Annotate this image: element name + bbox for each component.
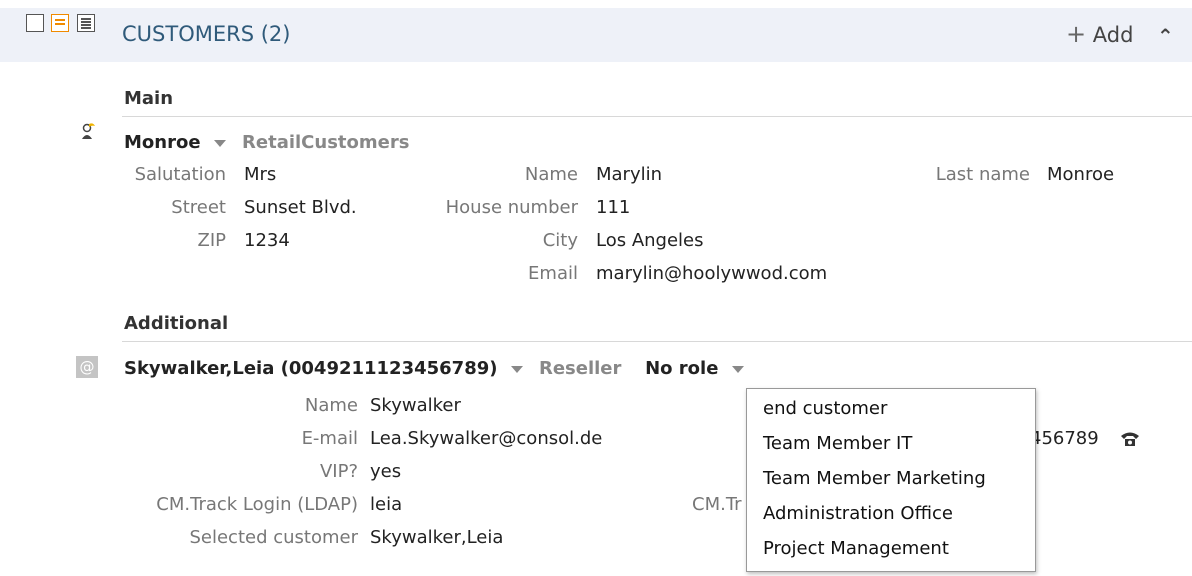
field-label: E-mail (301, 428, 358, 449)
field-label: Last name (935, 164, 1030, 185)
at-icon: @ (76, 356, 98, 378)
customer-monroe-header[interactable]: Monroe RetailCustomers (124, 132, 409, 153)
field-label: Salutation (134, 164, 226, 185)
field-label: House number (445, 197, 578, 218)
field-value: Skywalker (370, 395, 461, 416)
field-label: City (542, 230, 578, 251)
field-value: 1234 (244, 230, 290, 251)
field-value: yes (370, 461, 402, 482)
field-label: Selected customer (189, 527, 358, 548)
plus-icon: + (1066, 20, 1087, 48)
section-title: CUSTOMERS (2) (122, 22, 291, 46)
role-dropdown-menu: end customer Team Member IT Team Member … (746, 388, 1036, 572)
email-link[interactable]: Lea.Skywalker@consol.de (370, 428, 602, 449)
field-value: Marylin (596, 164, 663, 185)
field-value: Sunset Blvd. (244, 197, 357, 218)
field-value: leia (370, 494, 403, 515)
menu-item-team-member-marketing[interactable]: Team Member Marketing (763, 468, 986, 489)
field-value: 111 (596, 197, 631, 218)
email-link[interactable]: marylin@hoolywwod.com (596, 263, 827, 284)
view-detailed-icon[interactable] (77, 14, 95, 32)
role-chevron-down-icon[interactable] (732, 365, 745, 373)
field-label: VIP? (319, 461, 358, 482)
collapse-chevron-up-icon[interactable]: ⌃ (1157, 24, 1174, 48)
menu-item-team-member-it[interactable]: Team Member IT (763, 433, 912, 454)
field-label: Email (528, 263, 578, 284)
field-label: Street (171, 197, 226, 218)
group-additional-heading: Additional (124, 313, 229, 334)
add-button[interactable]: + Add (1066, 20, 1133, 48)
menu-item-project-management[interactable]: Project Management (763, 538, 949, 559)
phone-value: 456789 (1030, 428, 1099, 449)
field-value: Los Angeles (596, 230, 704, 251)
phone-icon[interactable] (1120, 430, 1140, 448)
field-label: Name (524, 164, 578, 185)
divider (122, 116, 1192, 117)
customer-group: RetailCustomers (242, 132, 410, 153)
customer-menu-chevron-down-icon[interactable] (511, 365, 524, 373)
view-normal-icon[interactable] (51, 14, 69, 32)
customer-name-link[interactable]: Monroe (124, 132, 201, 153)
field-label: Name (304, 395, 358, 416)
menu-item-end-customer[interactable]: end customer (763, 398, 887, 419)
view-compact-icon[interactable] (26, 14, 44, 32)
field-label: CM.Tr (692, 494, 742, 515)
field-label: ZIP (197, 230, 227, 251)
customer-name-link[interactable]: Skywalker,Leia (0049211123456789) (124, 358, 497, 379)
customer-skywalker-header[interactable]: Skywalker,Leia (0049211123456789) Resell… (124, 358, 745, 379)
divider (122, 341, 1192, 342)
menu-item-administration-office[interactable]: Administration Office (763, 503, 953, 524)
field-value: Monroe (1047, 164, 1115, 185)
person-icon (80, 122, 96, 140)
role-select[interactable]: No role (645, 358, 718, 379)
customer-menu-chevron-down-icon[interactable] (214, 139, 227, 147)
add-label: Add (1092, 23, 1134, 47)
group-main-heading: Main (124, 88, 174, 109)
field-label: CM.Track Login (LDAP) (156, 494, 358, 515)
customer-group: Reseller (538, 358, 622, 379)
field-value: Skywalker,Leia (370, 527, 504, 548)
field-value: Mrs (244, 164, 277, 185)
